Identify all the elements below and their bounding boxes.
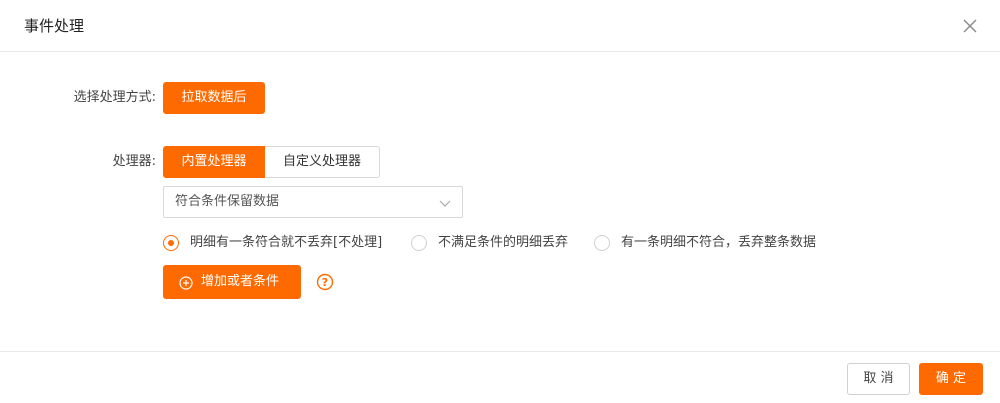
chevron-down-icon [439, 200, 451, 207]
cancel-button[interactable]: 取 消 [847, 363, 910, 395]
processor-select[interactable]: 符合条件保留数据 [163, 186, 463, 218]
dialog-footer: 取 消 确 定 [0, 351, 1000, 403]
tab-builtin-processor[interactable]: 内置处理器 [163, 146, 265, 178]
processor-tabs: 内置处理器 自定义处理器 [163, 146, 380, 178]
add-or-condition-label: 增加或者条件 [201, 274, 280, 289]
plus-circle-icon [179, 276, 193, 290]
radio-discard-unmatched[interactable]: 不满足条件的明细丢弃 [411, 234, 586, 252]
add-or-condition-button[interactable]: 增加或者条件 [163, 265, 301, 299]
tab-custom-processor[interactable]: 自定义处理器 [265, 146, 380, 178]
event-processing-dialog: 事件处理 选择处理方式: 拉取数据后 处理器: 内置处理器 自定义处理器 符合条… [0, 0, 1000, 403]
radio-discard-whole-record[interactable]: 有一条明细不符合，丢弃整条数据 [594, 234, 844, 252]
dialog-header: 事件处理 [0, 0, 1000, 52]
mode-label: 选择处理方式: [73, 90, 156, 105]
radio-circle[interactable] [411, 235, 427, 251]
ok-button[interactable]: 确 定 [919, 363, 983, 395]
radio-label: 不满足条件的明细丢弃 [438, 235, 569, 250]
question-circle-icon[interactable]: ? [316, 273, 334, 291]
svg-text:?: ? [322, 276, 328, 289]
dialog-title: 事件处理 [24, 17, 85, 35]
radio-label: 有一条明细不符合，丢弃整条数据 [621, 235, 817, 250]
radio-circle[interactable] [163, 235, 179, 251]
processor-label: 处理器: [112, 154, 156, 169]
radio-keep-if-any-match[interactable]: 明细有一条符合就不丢弃[不处理] [163, 234, 403, 252]
radio-circle[interactable] [594, 235, 610, 251]
mode-button[interactable]: 拉取数据后 [163, 82, 265, 114]
close-icon[interactable] [961, 17, 979, 35]
processor-select-value: 符合条件保留数据 [175, 194, 280, 209]
radio-label: 明细有一条符合就不丢弃[不处理] [190, 235, 383, 250]
